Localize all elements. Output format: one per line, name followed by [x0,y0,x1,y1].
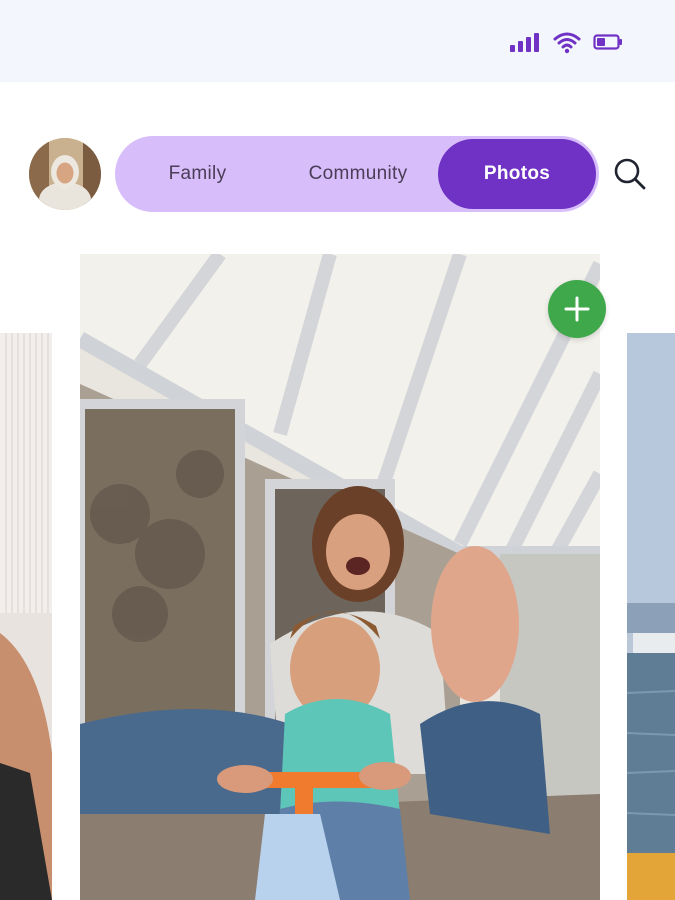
status-icons [509,30,623,54]
header: Family Community Photos [0,136,675,214]
signal-icon [510,33,539,52]
avatar[interactable] [29,138,101,210]
avatar-image [29,138,101,210]
tab-family-label: Family [168,163,227,184]
photo-previous-image [0,333,52,900]
photo-main-image [80,254,600,900]
photo-card-next[interactable] [627,333,675,900]
tab-family[interactable]: Family [135,139,260,209]
search-icon [614,158,646,190]
tab-community-label: Community [308,163,408,184]
wifi-icon [553,32,581,54]
battery-icon [593,34,622,50]
add-photo-button[interactable] [548,280,606,338]
tab-photos[interactable]: Photos [438,139,596,209]
search-button[interactable] [612,156,648,192]
tab-photos-label: Photos [483,163,551,184]
tab-community[interactable]: Community [283,139,433,209]
plus-icon [564,296,590,322]
photo-card-previous[interactable] [0,333,52,900]
photo-next-image [627,333,675,900]
photo-card-main[interactable] [80,254,600,900]
status-bar [0,0,675,82]
tab-bar: Family Community Photos [115,136,599,212]
